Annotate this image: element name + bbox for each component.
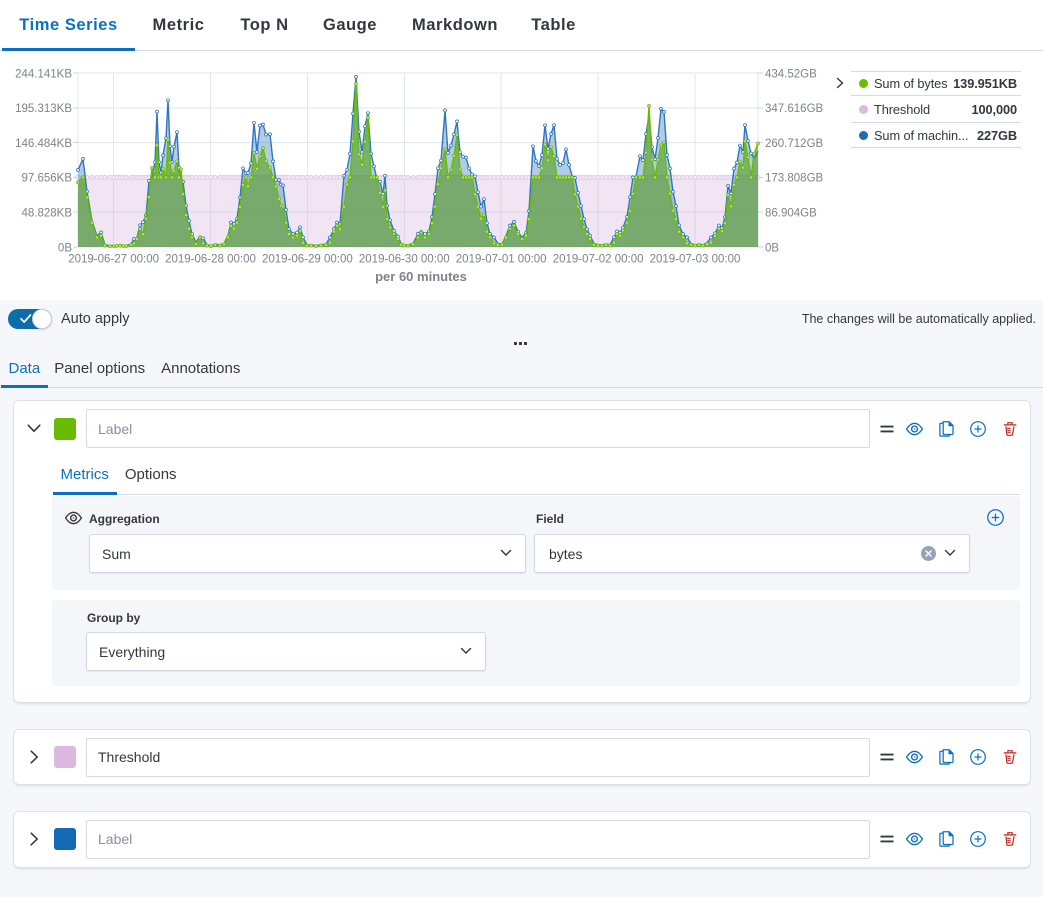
svg-text:97.656KB: 97.656KB xyxy=(21,173,72,185)
svg-text:347.616GB: 347.616GB xyxy=(765,103,824,115)
svg-text:2019-07-03 00:00: 2019-07-03 00:00 xyxy=(650,254,741,266)
svg-text:195.313KB: 195.313KB xyxy=(15,103,72,115)
svg-text:173.808GB: 173.808GB xyxy=(765,173,824,185)
svg-text:146.484KB: 146.484KB xyxy=(15,138,72,150)
svg-text:260.712GB: 260.712GB xyxy=(765,138,824,150)
svg-text:2019-07-01 00:00: 2019-07-01 00:00 xyxy=(456,254,547,266)
svg-text:2019-06-29 00:00: 2019-06-29 00:00 xyxy=(262,254,353,266)
svg-text:86.904GB: 86.904GB xyxy=(765,208,817,220)
svg-text:2019-06-28 00:00: 2019-06-28 00:00 xyxy=(165,254,256,266)
svg-text:48.828KB: 48.828KB xyxy=(21,208,72,220)
svg-text:0B: 0B xyxy=(765,242,779,254)
svg-text:2019-06-30 00:00: 2019-06-30 00:00 xyxy=(359,254,450,266)
svg-text:0B: 0B xyxy=(58,242,72,254)
svg-text:2019-06-27 00:00: 2019-06-27 00:00 xyxy=(68,254,159,266)
svg-text:244.141KB: 244.141KB xyxy=(15,68,72,80)
svg-text:434.52GB: 434.52GB xyxy=(765,68,817,80)
svg-text:per 60 minutes: per 60 minutes xyxy=(375,269,467,284)
svg-text:2019-07-02 00:00: 2019-07-02 00:00 xyxy=(553,254,644,266)
